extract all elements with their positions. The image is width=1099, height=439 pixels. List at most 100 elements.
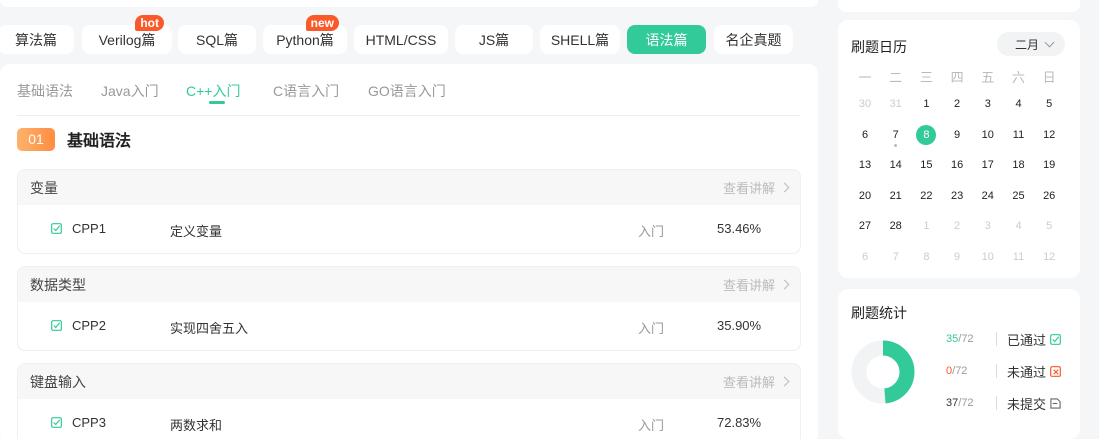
- calendar-day[interactable]: 5: [1034, 98, 1064, 110]
- passed-count: 35: [946, 333, 959, 345]
- calendar-day[interactable]: 3: [973, 98, 1003, 110]
- calendar-day[interactable]: 19: [1034, 159, 1064, 171]
- view-explanation-link[interactable]: 查看讲解: [722, 275, 790, 294]
- calendar-day: 4: [1015, 220, 1022, 232]
- total-count: 72: [961, 397, 974, 409]
- subtab-go[interactable]: GO语言入门: [368, 81, 446, 101]
- calendar-day[interactable]: 24: [973, 190, 1003, 202]
- question-title[interactable]: 两数求和: [170, 415, 222, 434]
- calendar-day[interactable]: 9: [942, 129, 972, 141]
- question-row[interactable]: CPP2 实现四舍五入 入门 35.90%: [18, 302, 800, 350]
- difficulty-label: 入门: [638, 321, 665, 336]
- calendar-day[interactable]: 7: [881, 129, 911, 141]
- calendar-day: 30: [858, 98, 872, 110]
- practice-stats: 刷题统计 35/72 已通过 0/72 未通过 37/72 未提交: [838, 289, 1080, 439]
- calendar-day[interactable]: 20: [850, 190, 880, 202]
- question-title[interactable]: 定义变量: [170, 221, 222, 240]
- category-tabs: 算法篇 Verilog篇 hot SQL篇 Python篇 new HTML/CSS…: [0, 15, 818, 55]
- calendar-day: 3: [984, 220, 991, 232]
- calendar-day[interactable]: 1: [911, 98, 941, 110]
- new-badge: new: [305, 15, 339, 31]
- top-panel-edge: [0, 0, 818, 7]
- topic-group-data-types: 数据类型 查看讲解 CPP2 实现四舍五入 入门 35.90%: [17, 266, 801, 351]
- difficulty-label: 入门: [638, 418, 665, 433]
- check-square-icon: [51, 320, 62, 331]
- total-count: 72: [961, 333, 974, 345]
- question-row[interactable]: CPP3 两数求和 入门 72.83%: [18, 399, 800, 439]
- subtab-c[interactable]: C语言入门: [273, 81, 339, 101]
- chevron-right-icon: [779, 279, 790, 290]
- calendar-day[interactable]: 10: [973, 129, 1003, 141]
- weekday-label: 日: [1042, 70, 1056, 85]
- calendar-day[interactable]: 26: [1034, 190, 1064, 202]
- calendar-day: 12: [1043, 250, 1056, 263]
- calendar-day[interactable]: 14: [881, 159, 911, 171]
- calendar-day[interactable]: 13: [850, 159, 880, 171]
- calendar-day[interactable]: 8: [911, 129, 941, 141]
- question-code: CPP2: [72, 318, 106, 333]
- view-explanation-link[interactable]: 查看讲解: [723, 372, 790, 391]
- chevron-right-icon: [779, 182, 790, 193]
- group-name: 变量: [30, 179, 58, 196]
- stats-title: 刷题统计: [851, 305, 907, 321]
- calendar-day[interactable]: 16: [942, 159, 972, 171]
- month-select[interactable]: 二月: [997, 32, 1065, 56]
- calendar-day[interactable]: 23: [942, 190, 972, 202]
- subtab-cpp[interactable]: C++入门: [186, 81, 240, 101]
- calendar-day[interactable]: 21: [881, 190, 911, 202]
- tab-shell[interactable]: SHELL篇: [540, 25, 620, 54]
- activity-dot: [894, 143, 898, 147]
- tab-js[interactable]: JS篇: [455, 25, 533, 54]
- group-name: 键盘输入: [30, 373, 86, 390]
- tab-grammar[interactable]: 语法篇: [627, 25, 706, 54]
- weekday-label: 一: [858, 70, 872, 85]
- practice-calendar: 刷题日历 二月 一二三四五六日 30 31 1 2 3 4 5 6 7 8 9 10 11 12 13 14 15…: [838, 20, 1080, 278]
- question-list-panel: 基础语法 Java入门 C++入门 C语言入门 GO语言入门 01 基础语法 变…: [0, 64, 818, 439]
- subtab-java[interactable]: Java入门: [101, 81, 159, 101]
- stat-unsubmitted: 37/72 未提交: [946, 395, 1066, 412]
- tab-html-css[interactable]: HTML/CSS: [354, 25, 448, 54]
- tab-company-questions[interactable]: 名企真题: [714, 25, 793, 54]
- passed-label: 已通过: [1007, 332, 1047, 348]
- group-header: 键盘输入 查看讲解: [18, 364, 800, 399]
- check-square-icon: [51, 223, 62, 234]
- calendar-day[interactable]: 12: [1034, 129, 1064, 141]
- calendar-day[interactable]: 22: [911, 190, 941, 202]
- calendar-day: 6: [861, 250, 869, 263]
- view-explanation-link[interactable]: 查看讲解: [723, 178, 790, 197]
- question-row[interactable]: CPP1 定义变量 入门 53.46%: [18, 205, 800, 253]
- calendar-day[interactable]: 4: [1004, 98, 1034, 110]
- calendar-day[interactable]: 6: [850, 129, 880, 141]
- calendar-day[interactable]: 15: [911, 159, 941, 171]
- section-header: 01 基础语法: [17, 127, 131, 151]
- check-square-icon: [1050, 333, 1061, 345]
- question-code: CPP1: [72, 221, 106, 236]
- subtab-basic-grammar[interactable]: 基础语法: [17, 81, 73, 101]
- calendar-day[interactable]: 17: [973, 159, 1003, 171]
- calendar-day[interactable]: 28: [881, 220, 911, 232]
- unsubmitted-label: 未提交: [1007, 396, 1047, 412]
- question-title[interactable]: 实现四舍五入: [170, 318, 248, 337]
- progress-donut: [851, 340, 915, 404]
- calendar-day[interactable]: 11: [1004, 129, 1034, 141]
- calendar-day[interactable]: 27: [850, 220, 880, 232]
- tab-verilog[interactable]: Verilog篇 hot: [82, 15, 172, 54]
- calendar-day: 5: [1046, 220, 1053, 232]
- calendar-day[interactable]: 2: [942, 98, 972, 110]
- weekday-label: 三: [919, 70, 933, 85]
- unsubmitted-count: 37: [946, 397, 959, 409]
- stat-failed: 0/72 未通过: [946, 363, 1066, 380]
- x-square-icon: [1050, 365, 1061, 377]
- calendar-day[interactable]: 25: [1004, 190, 1034, 202]
- calendar-day: 31: [889, 98, 902, 110]
- tab-label: Python篇: [276, 31, 334, 48]
- tab-algorithm[interactable]: 算法篇: [0, 25, 74, 54]
- calendar-day[interactable]: 18: [1004, 159, 1034, 171]
- tab-python[interactable]: Python篇 new: [263, 15, 347, 54]
- weekday-label: 六: [1011, 70, 1025, 85]
- tab-sql[interactable]: SQL篇: [178, 25, 256, 54]
- link-label: 查看讲解: [722, 278, 775, 293]
- tab-label: 语法篇: [645, 31, 688, 48]
- group-header: 变量 查看讲解: [18, 170, 800, 205]
- group-name: 数据类型: [30, 276, 86, 293]
